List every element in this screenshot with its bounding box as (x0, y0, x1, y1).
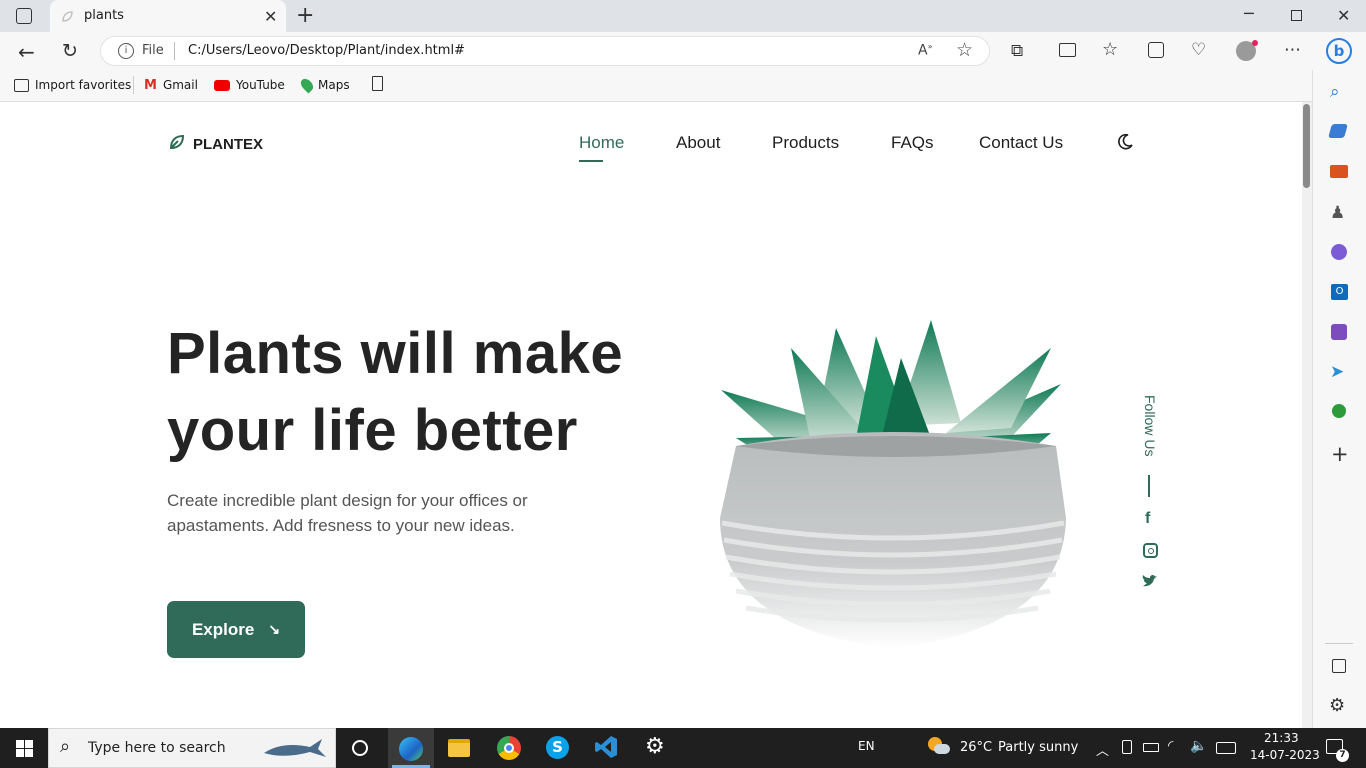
close-window-icon[interactable]: ✕ (1337, 6, 1350, 25)
arrow-down-right-icon: ↘ (268, 621, 281, 637)
skype-icon[interactable]: S (546, 736, 569, 759)
bing-copilot-icon[interactable]: b (1326, 38, 1352, 64)
tree-icon[interactable] (1332, 404, 1346, 418)
youtube-icon (214, 79, 230, 91)
favorite-label: Maps (318, 78, 350, 92)
edge-taskbar-icon[interactable] (388, 728, 434, 768)
tab-favicon-icon (60, 9, 74, 23)
favorite-star-icon[interactable]: ☆ (956, 39, 973, 61)
search-icon[interactable]: ⌕ (1330, 82, 1340, 102)
favorite-maps[interactable]: Maps (298, 76, 350, 94)
maps-icon (298, 76, 316, 94)
language-indicator[interactable]: EN (858, 739, 875, 753)
whale-shark-icon (262, 735, 328, 765)
split-screen-icon[interactable] (1059, 43, 1076, 57)
hide-sidebar-icon[interactable] (1332, 659, 1346, 673)
back-icon[interactable]: ← (18, 40, 35, 64)
url-text[interactable]: C:/Users/Leovo/Desktop/Plant/index.html# (188, 43, 465, 58)
tab-actions-icon[interactable] (16, 8, 32, 24)
clock-date[interactable]: 14-07-2023 (1250, 748, 1320, 762)
nav-faqs[interactable]: FAQs (891, 133, 934, 153)
twitter-icon[interactable] (1142, 573, 1158, 592)
favorite-label: Import favorites (35, 78, 132, 92)
close-tab-icon[interactable]: ✕ (264, 7, 277, 26)
gmail-icon: M (144, 77, 157, 93)
add-sidebar-icon[interactable]: + (1331, 442, 1349, 466)
weather-icon[interactable] (928, 737, 950, 755)
logo-text: PLANTEX (193, 136, 264, 153)
favorite-import[interactable]: Import favorites (14, 76, 131, 94)
info-icon: i (118, 43, 134, 59)
send-icon[interactable]: ➤ (1330, 362, 1344, 382)
facebook-icon[interactable]: f (1145, 510, 1150, 528)
instagram-icon[interactable] (1143, 543, 1158, 558)
page-icon[interactable] (372, 76, 383, 91)
explore-button[interactable]: Explore ↘ (167, 601, 305, 658)
tab-title: plants (84, 8, 124, 23)
designer-icon[interactable] (1331, 324, 1347, 340)
logo[interactable]: PLANTEX (168, 134, 263, 155)
favorite-label: Gmail (162, 78, 198, 92)
microsoft365-icon[interactable] (1331, 244, 1347, 260)
favorites-bar (0, 70, 1366, 102)
scrollbar-thumb[interactable] (1303, 104, 1310, 188)
collections-icon[interactable] (1148, 42, 1164, 58)
hero-title-line1: Plants will make (167, 321, 624, 386)
performance-icon[interactable]: ♡ (1191, 40, 1206, 60)
follow-us-label: Follow Us (1142, 395, 1158, 457)
taskbar-search-icon: ⌕ (60, 736, 71, 757)
read-aloud-icon[interactable]: A» (918, 42, 932, 59)
dark-mode-moon-icon[interactable] (1116, 133, 1134, 155)
battery-icon[interactable] (1143, 743, 1159, 752)
taskbar-search-placeholder: Type here to search (88, 740, 226, 756)
show-hidden-icons-chevron-up-icon[interactable]: ︿ (1096, 740, 1109, 759)
settings-taskbar-icon[interactable]: ⚙ (645, 734, 665, 759)
vscode-icon[interactable] (594, 735, 618, 759)
page-scrollbar[interactable] (1302, 102, 1312, 728)
more-options-icon[interactable]: ⋯ (1284, 40, 1301, 60)
notification-count: 7 (1336, 749, 1349, 762)
favorite-gmail[interactable]: M Gmail (144, 76, 198, 94)
plant-image (716, 318, 1068, 658)
settings-icon[interactable]: ⚙ (1329, 695, 1345, 716)
nav-contact[interactable]: Contact Us (979, 133, 1063, 153)
favorites-icon[interactable]: ☆ (1102, 39, 1118, 60)
profile-notification-dot (1252, 40, 1258, 46)
keyboard-icon[interactable] (1216, 742, 1236, 754)
task-view-icon[interactable] (352, 740, 368, 756)
explore-label: Explore (191, 619, 255, 639)
import-icon (14, 78, 29, 92)
follow-divider (1148, 475, 1150, 497)
tools-icon[interactable] (1330, 165, 1348, 178)
hero-title-line2: your life better (167, 398, 578, 463)
leaf-icon (168, 134, 185, 155)
url-divider (174, 42, 175, 60)
nav-home[interactable]: Home (579, 133, 624, 153)
favorite-label: YouTube (236, 78, 285, 92)
restore-icon[interactable] (1291, 10, 1302, 21)
refresh-icon[interactable]: ↻ (62, 40, 78, 62)
hero-description: Create incredible plant design for your … (167, 491, 528, 535)
sidebar-divider (1325, 643, 1353, 644)
weather-description[interactable]: Partly sunny (998, 740, 1078, 755)
favorite-youtube[interactable]: YouTube (214, 76, 285, 94)
favorites-divider (133, 76, 134, 94)
file-explorer-icon[interactable] (448, 739, 470, 757)
weather-temperature[interactable]: 26°C (960, 740, 992, 755)
outlook-icon[interactable]: O (1331, 284, 1348, 300)
meet-now-icon[interactable] (1122, 740, 1132, 754)
new-tab-icon[interactable]: + (296, 3, 314, 28)
volume-icon[interactable]: 🔈 (1190, 738, 1207, 754)
nav-active-indicator (579, 160, 603, 162)
nav-about[interactable]: About (676, 133, 720, 153)
wifi-icon[interactable]: ◜ (1168, 738, 1173, 754)
windows-start-icon[interactable] (16, 740, 33, 757)
clock-time[interactable]: 21:33 (1264, 731, 1299, 745)
url-prefix: File (142, 43, 164, 58)
chrome-icon[interactable] (497, 736, 521, 760)
minimize-icon[interactable]: ─ (1244, 4, 1254, 23)
games-icon[interactable]: ♟ (1330, 203, 1345, 223)
nav-products[interactable]: Products (772, 133, 839, 153)
extensions-icon[interactable]: ⧉ (1011, 41, 1023, 61)
